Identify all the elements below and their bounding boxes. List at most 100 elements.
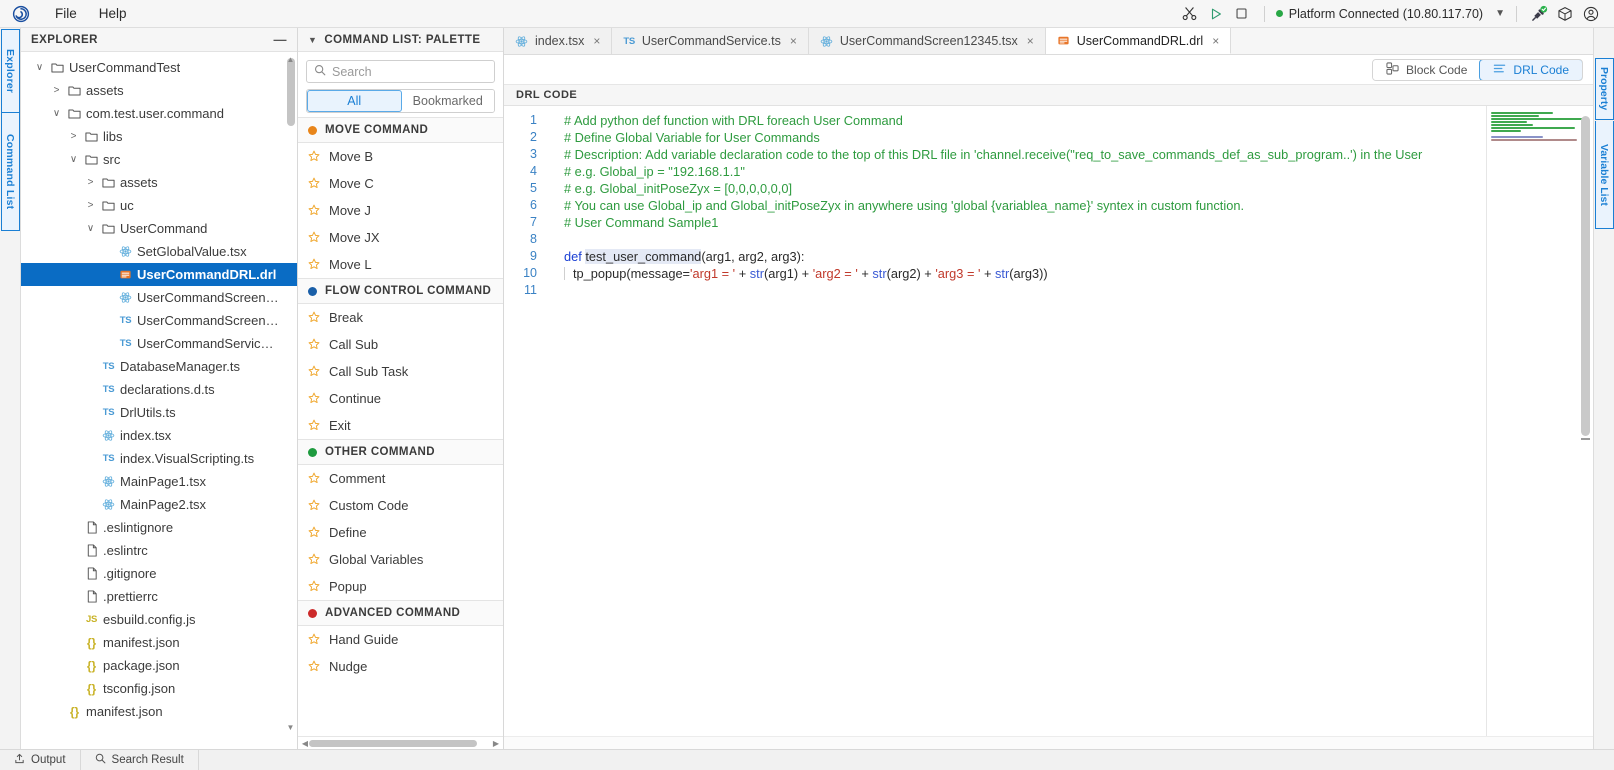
bookmark-star-icon[interactable] bbox=[308, 150, 320, 164]
bookmark-star-icon[interactable] bbox=[308, 580, 320, 594]
tree-item-eslintrc[interactable]: .eslintrc bbox=[21, 539, 297, 562]
command-item-move-l[interactable]: Move L bbox=[298, 251, 503, 278]
bookmark-star-icon[interactable] bbox=[308, 177, 320, 191]
close-icon[interactable]: × bbox=[593, 34, 600, 48]
plug-connected-icon[interactable] bbox=[1526, 3, 1552, 25]
command-category-move-command[interactable]: MOVE COMMAND bbox=[298, 117, 503, 143]
tree-item-gitignore[interactable]: .gitignore bbox=[21, 562, 297, 585]
editor-tab-usercommanddrl-drl[interactable]: UserCommandDRL.drl × bbox=[1045, 28, 1232, 54]
close-icon[interactable]: × bbox=[1027, 34, 1034, 48]
scroll-down-arrow[interactable]: ▼ bbox=[285, 722, 296, 733]
chevron-down-icon[interactable]: ▼ bbox=[308, 35, 317, 45]
command-item-exit[interactable]: Exit bbox=[298, 412, 503, 439]
tree-item-usercommandservice-ts[interactable]: TS UserCommandService.ts bbox=[21, 332, 297, 355]
chevron-right-icon[interactable]: > bbox=[50, 85, 63, 96]
editor-tab-usercommandservice-ts[interactable]: TS UserCommandService.ts × bbox=[612, 28, 809, 54]
chevron-down-icon[interactable]: ∨ bbox=[33, 62, 46, 73]
rail-tab-property[interactable]: Property bbox=[1594, 58, 1614, 120]
chevron-right-icon[interactable]: > bbox=[84, 177, 97, 188]
bookmark-star-icon[interactable] bbox=[308, 419, 320, 433]
command-category-advanced-command[interactable]: ADVANCED COMMAND bbox=[298, 600, 503, 626]
tree-item-usercommandscreen12[interactable]: UserCommandScreen12... bbox=[21, 286, 297, 309]
tree-item-databasemanager-ts[interactable]: TS DatabaseManager.ts bbox=[21, 355, 297, 378]
bookmark-star-icon[interactable] bbox=[308, 204, 320, 218]
editor-horizontal-scrollbar[interactable] bbox=[504, 736, 1593, 749]
close-icon[interactable]: × bbox=[790, 34, 797, 48]
code-content[interactable]: # Add python def function with DRL forea… bbox=[546, 106, 1486, 736]
bottom-tab-output[interactable]: Output bbox=[0, 750, 81, 770]
bookmark-star-icon[interactable] bbox=[308, 392, 320, 406]
tree-item-uc[interactable]: > uc bbox=[21, 194, 297, 217]
tree-item-mainpage1-tsx[interactable]: MainPage1.tsx bbox=[21, 470, 297, 493]
file-tree[interactable]: ∨ UserCommandTest > assets ∨ com.test.user.co… bbox=[21, 52, 297, 749]
bookmark-star-icon[interactable] bbox=[308, 365, 320, 379]
tree-item-usercommandtest[interactable]: ∨ UserCommandTest bbox=[21, 56, 297, 79]
command-item-call-sub[interactable]: Call Sub bbox=[298, 331, 503, 358]
bookmark-star-icon[interactable] bbox=[308, 660, 320, 674]
command-item-move-c[interactable]: Move C bbox=[298, 170, 503, 197]
tree-item-prettierrc[interactable]: .prettierrc bbox=[21, 585, 297, 608]
tree-item-tsconfig-json[interactable]: {} tsconfig.json bbox=[21, 677, 297, 700]
bookmark-star-icon[interactable] bbox=[308, 472, 320, 486]
code-minimap[interactable] bbox=[1486, 106, 1593, 736]
command-item-comment[interactable]: Comment bbox=[298, 465, 503, 492]
tree-item-usercommand[interactable]: ∨ UserCommand bbox=[21, 217, 297, 240]
tree-item-assets[interactable]: > assets bbox=[21, 79, 297, 102]
command-search-input[interactable] bbox=[332, 64, 493, 79]
tree-item-index-visualscripting-ts[interactable]: TS index.VisualScripting.ts bbox=[21, 447, 297, 470]
tree-item-libs[interactable]: > libs bbox=[21, 125, 297, 148]
chevron-down-icon[interactable]: ∨ bbox=[50, 108, 63, 119]
tree-item-package-json[interactable]: {} package.json bbox=[21, 654, 297, 677]
tree-item-assets[interactable]: > assets bbox=[21, 171, 297, 194]
user-account-icon[interactable] bbox=[1578, 3, 1604, 25]
command-item-nudge[interactable]: Nudge bbox=[298, 653, 503, 680]
rail-tab-explorer[interactable]: Explorer bbox=[0, 29, 20, 113]
command-categories-scroll[interactable]: MOVE COMMAND Move B Move C Move J Move JX Mov… bbox=[298, 117, 503, 736]
code-editor[interactable]: 1 2 3 4 5 6 7 8 9 10 11 # Add python def function … bbox=[504, 106, 1486, 736]
tree-item-drlutils-ts[interactable]: TS DrlUtils.ts bbox=[21, 401, 297, 424]
bottom-tab-search-result[interactable]: Search Result bbox=[80, 750, 199, 770]
bookmark-star-icon[interactable] bbox=[308, 526, 320, 540]
filter-all-button[interactable]: All bbox=[307, 90, 402, 112]
command-item-break[interactable]: Break bbox=[298, 304, 503, 331]
package-box-icon[interactable] bbox=[1552, 3, 1578, 25]
scroll-up-arrow[interactable]: ▲ bbox=[285, 54, 296, 65]
bookmark-star-icon[interactable] bbox=[308, 633, 320, 647]
command-item-popup[interactable]: Popup bbox=[298, 573, 503, 600]
chevron-down-icon[interactable]: ∨ bbox=[67, 154, 80, 165]
editor-tab-usercommandscreen12345-tsx[interactable]: UserCommandScreen12345.tsx × bbox=[808, 28, 1046, 54]
tree-item-setglobalvalue-tsx[interactable]: SetGlobalValue.tsx bbox=[21, 240, 297, 263]
tree-item-src[interactable]: ∨ src bbox=[21, 148, 297, 171]
stop-icon[interactable] bbox=[1229, 3, 1255, 25]
command-item-global-variables[interactable]: Global Variables bbox=[298, 546, 503, 573]
menu-file[interactable]: File bbox=[44, 3, 88, 24]
command-list-hscrollbar[interactable]: ◀ ▶ bbox=[298, 736, 503, 749]
command-category-other-command[interactable]: OTHER COMMAND bbox=[298, 439, 503, 465]
drl-code-button[interactable]: DRL Code bbox=[1479, 59, 1583, 80]
command-item-move-j[interactable]: Move J bbox=[298, 197, 503, 224]
tree-item-mainpage2-tsx[interactable]: MainPage2.tsx bbox=[21, 493, 297, 516]
chevron-right-icon[interactable]: > bbox=[67, 131, 80, 142]
tree-item-eslintignore[interactable]: .eslintignore bbox=[21, 516, 297, 539]
command-category-flow-control-command[interactable]: FLOW CONTROL COMMAND bbox=[298, 278, 503, 304]
bookmark-star-icon[interactable] bbox=[308, 553, 320, 567]
command-search-box[interactable] bbox=[306, 60, 495, 83]
play-icon[interactable] bbox=[1203, 3, 1229, 25]
scissors-icon[interactable] bbox=[1177, 3, 1203, 25]
command-item-move-jx[interactable]: Move JX bbox=[298, 224, 503, 251]
hscroll-right-arrow[interactable]: ▶ bbox=[491, 739, 501, 748]
minimize-icon[interactable]: — bbox=[274, 33, 287, 46]
command-item-custom-code[interactable]: Custom Code bbox=[298, 492, 503, 519]
bookmark-star-icon[interactable] bbox=[308, 499, 320, 513]
tree-item-declarations-d-ts[interactable]: TS declarations.d.ts bbox=[21, 378, 297, 401]
bookmark-star-icon[interactable] bbox=[308, 338, 320, 352]
explorer-vertical-scrollbar[interactable] bbox=[287, 56, 295, 735]
tree-item-usercommanddrl-drl[interactable]: UserCommandDRL.drl bbox=[21, 263, 297, 286]
block-code-button[interactable]: Block Code bbox=[1373, 59, 1481, 80]
bookmark-star-icon[interactable] bbox=[308, 258, 320, 272]
tree-item-index-tsx[interactable]: index.tsx bbox=[21, 424, 297, 447]
minimap-scroll-thumb[interactable] bbox=[1581, 116, 1590, 436]
platform-connection-status[interactable]: Platform Connected (10.80.117.70) ▼ bbox=[1274, 7, 1507, 21]
tree-item-usercommandscreen12[interactable]: TS UserCommandScreen12... bbox=[21, 309, 297, 332]
chevron-down-icon[interactable]: ∨ bbox=[84, 223, 97, 234]
